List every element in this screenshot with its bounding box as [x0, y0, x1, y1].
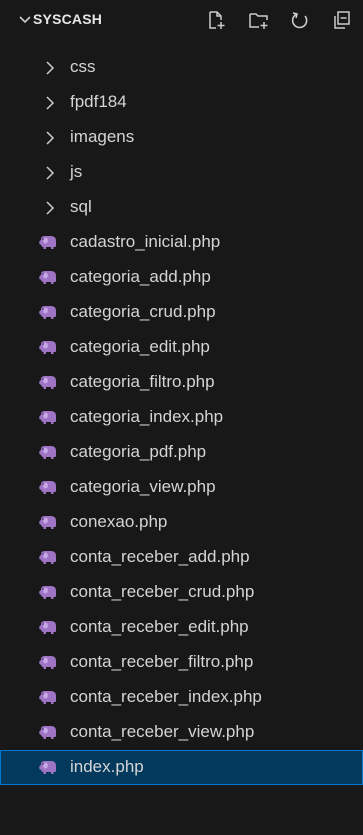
folder-item[interactable]: fpdf184 [0, 85, 363, 120]
folder-item[interactable]: css [0, 50, 363, 85]
php-elephant-icon [38, 655, 58, 670]
php-elephant-icon [38, 690, 58, 705]
file-label: conta_receber_view.php [70, 722, 255, 741]
php-elephant-icon [38, 725, 58, 740]
folder-item[interactable]: sql [0, 190, 363, 225]
php-elephant-icon [38, 410, 58, 425]
file-label: categoria_index.php [70, 407, 224, 426]
file-label: categoria_filtro.php [70, 372, 215, 391]
chevron-right-icon [46, 201, 55, 215]
folder-label: css [70, 57, 96, 76]
file-item[interactable]: categoria_view.php [0, 470, 363, 505]
file-explorer: SYSCASH css fpdf184 imagens js sql cadas… [0, 0, 363, 835]
file-item[interactable]: categoria_add.php [0, 260, 363, 295]
chevron-right-icon [46, 96, 55, 110]
file-item[interactable]: categoria_pdf.php [0, 435, 363, 470]
file-label: conta_receber_add.php [70, 547, 250, 566]
file-item[interactable]: conta_receber_crud.php [0, 575, 363, 610]
file-label: categoria_view.php [70, 477, 216, 496]
php-elephant-icon [38, 375, 58, 390]
php-elephant-icon [38, 445, 58, 460]
php-elephant-icon [38, 515, 58, 530]
folder-item[interactable]: imagens [0, 120, 363, 155]
php-elephant-icon [38, 620, 58, 635]
file-label: categoria_pdf.php [70, 442, 207, 461]
chevron-down-icon[interactable] [18, 14, 32, 26]
new-folder-icon[interactable] [248, 9, 270, 31]
new-file-icon[interactable] [205, 9, 227, 31]
file-label: conexao.php [70, 512, 168, 531]
file-item[interactable]: index.php [0, 750, 363, 785]
workspace-title: SYSCASH [33, 11, 103, 27]
file-item[interactable]: categoria_crud.php [0, 295, 363, 330]
file-label: categoria_edit.php [70, 337, 210, 356]
file-item[interactable]: conta_receber_filtro.php [0, 645, 363, 680]
php-elephant-icon [38, 550, 58, 565]
file-item[interactable]: cadastro_inicial.php [0, 225, 363, 260]
file-label: conta_receber_filtro.php [70, 652, 254, 671]
chevron-right-icon [46, 61, 55, 75]
file-label: index.php [70, 757, 144, 776]
php-elephant-icon [38, 585, 58, 600]
file-item[interactable]: conta_receber_view.php [0, 715, 363, 750]
folder-label: imagens [70, 127, 135, 146]
explorer-section-header[interactable]: SYSCASH [0, 0, 363, 40]
file-item[interactable]: conta_receber_edit.php [0, 610, 363, 645]
folder-item[interactable]: js [0, 155, 363, 190]
folder-label: sql [70, 197, 92, 216]
file-label: conta_receber_edit.php [70, 617, 249, 636]
file-label: categoria_crud.php [70, 302, 216, 321]
php-elephant-icon [38, 480, 58, 495]
file-item[interactable]: conta_receber_add.php [0, 540, 363, 575]
php-elephant-icon [38, 235, 58, 250]
file-item[interactable]: categoria_filtro.php [0, 365, 363, 400]
php-elephant-icon [38, 760, 58, 775]
collapse-all-icon[interactable] [331, 9, 353, 31]
file-label: conta_receber_crud.php [70, 582, 255, 601]
file-item[interactable]: conexao.php [0, 505, 363, 540]
file-label: cadastro_inicial.php [70, 232, 221, 251]
file-label: categoria_add.php [70, 267, 211, 286]
chevron-right-icon [46, 131, 55, 145]
file-item[interactable]: categoria_edit.php [0, 330, 363, 365]
folder-label: js [70, 162, 83, 181]
file-label: conta_receber_index.php [70, 687, 262, 706]
php-elephant-icon [38, 270, 58, 285]
file-item[interactable]: categoria_index.php [0, 400, 363, 435]
php-elephant-icon [38, 305, 58, 320]
folder-label: fpdf184 [70, 92, 127, 111]
refresh-icon[interactable] [289, 9, 311, 31]
chevron-right-icon [46, 166, 55, 180]
file-item[interactable]: conta_receber_index.php [0, 680, 363, 715]
php-elephant-icon [38, 340, 58, 355]
